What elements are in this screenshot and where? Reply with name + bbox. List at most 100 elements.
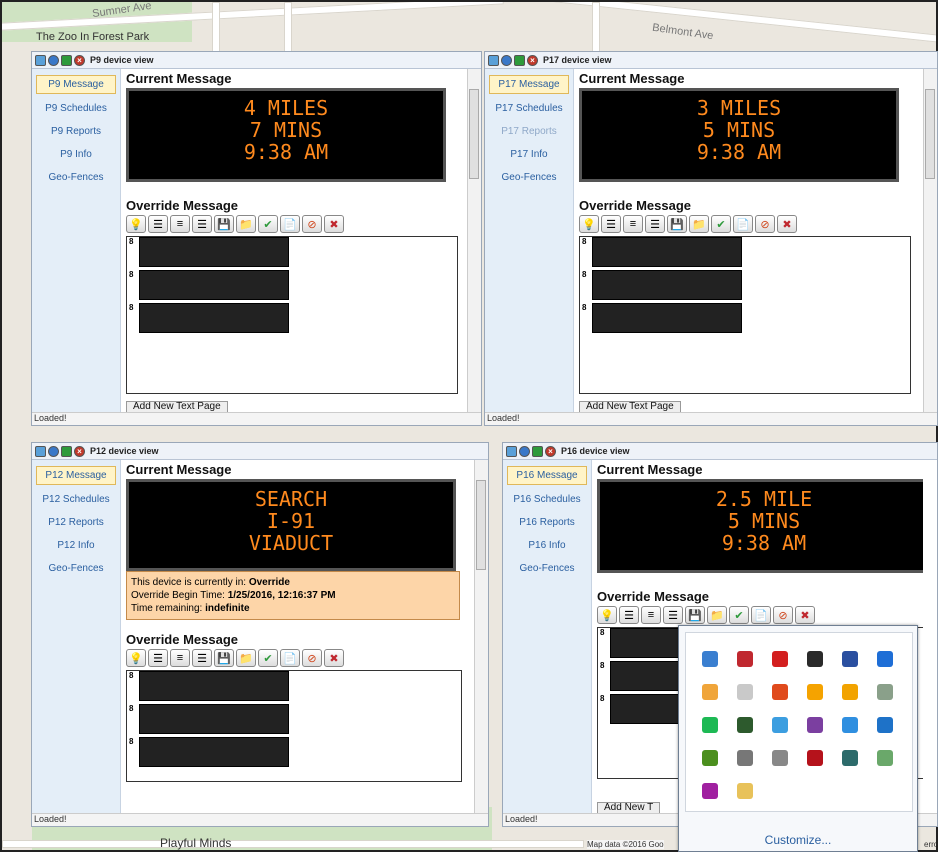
window-titlebar[interactable]: × P17 device view xyxy=(485,52,937,69)
drive-check-icon[interactable] xyxy=(877,750,893,766)
nav-geo-fences[interactable]: Geo-Fences xyxy=(507,560,587,577)
align-right-icon[interactable]: ☰ xyxy=(663,606,683,624)
home-icon[interactable] xyxy=(488,54,499,66)
save-icon[interactable]: 💾 xyxy=(685,606,705,624)
nav-message[interactable]: P17 Message xyxy=(489,75,569,94)
nav-message[interactable]: P9 Message xyxy=(36,75,116,94)
office-icon[interactable] xyxy=(807,684,823,700)
led-line[interactable] xyxy=(139,737,289,767)
cog-icon[interactable] xyxy=(842,717,858,733)
lightbulb-icon[interactable]: 💡 xyxy=(597,606,617,624)
open-folder-icon[interactable]: 📁 xyxy=(236,649,256,667)
mcafee-icon[interactable] xyxy=(807,750,823,766)
home-icon[interactable] xyxy=(35,445,46,457)
stop-icon[interactable]: ⊘ xyxy=(302,649,322,667)
lightbulb-icon[interactable]: 💡 xyxy=(579,215,599,233)
open-folder-icon[interactable]: 📁 xyxy=(707,606,727,624)
align-right-icon[interactable]: ☰ xyxy=(192,649,212,667)
close-icon[interactable]: × xyxy=(74,54,85,66)
new-page-icon[interactable]: 📄 xyxy=(751,606,771,624)
nav-message[interactable]: P12 Message xyxy=(36,466,116,485)
check-icon[interactable]: ✔ xyxy=(258,649,278,667)
scrollbar[interactable] xyxy=(467,69,481,413)
spotify-icon[interactable] xyxy=(702,717,718,733)
delete-icon[interactable]: ✖ xyxy=(324,649,344,667)
minimize-icon[interactable] xyxy=(501,54,512,66)
led-line[interactable] xyxy=(592,270,742,300)
maximize-icon[interactable] xyxy=(532,445,543,457)
lightbulb-icon[interactable]: 💡 xyxy=(126,215,146,233)
led-line[interactable] xyxy=(139,671,289,701)
align-left-icon[interactable]: ☰ xyxy=(148,215,168,233)
minimize-icon[interactable] xyxy=(48,445,59,457)
minimize-icon[interactable] xyxy=(48,54,59,66)
nav-schedules[interactable]: P12 Schedules xyxy=(36,491,116,508)
clipboard-icon[interactable] xyxy=(737,750,753,766)
person-icon[interactable] xyxy=(772,717,788,733)
headset-icon[interactable] xyxy=(702,783,718,799)
align-center-icon[interactable]: ≡ xyxy=(170,649,190,667)
butterfly-icon[interactable] xyxy=(877,717,893,733)
save-icon[interactable]: 💾 xyxy=(214,215,234,233)
align-center-icon[interactable]: ≡ xyxy=(641,606,661,624)
stop-icon[interactable]: ⊘ xyxy=(302,215,322,233)
new-page-icon[interactable]: 📄 xyxy=(280,215,300,233)
usb-icon[interactable] xyxy=(842,750,858,766)
window-titlebar[interactable]: × P9 device view xyxy=(32,52,481,69)
check-icon[interactable]: ✔ xyxy=(258,215,278,233)
close-icon[interactable]: × xyxy=(545,445,556,457)
circle-arrow-icon[interactable] xyxy=(842,684,858,700)
nav-geo-fences[interactable]: Geo-Fences xyxy=(36,169,116,186)
override-editor[interactable]: 8 8 8 xyxy=(126,670,462,782)
delete-icon[interactable]: ✖ xyxy=(795,606,815,624)
check-icon[interactable]: ✔ xyxy=(729,606,749,624)
nvidia-icon[interactable] xyxy=(702,750,718,766)
led-line[interactable] xyxy=(592,303,742,333)
home-icon[interactable] xyxy=(35,54,46,66)
new-page-icon[interactable]: 📄 xyxy=(280,649,300,667)
swirl-icon[interactable] xyxy=(772,684,788,700)
delete-icon[interactable]: ✖ xyxy=(777,215,797,233)
chart-icon[interactable] xyxy=(737,717,753,733)
adobe-icon[interactable] xyxy=(772,651,788,667)
align-center-icon[interactable]: ≡ xyxy=(170,215,190,233)
gear-cluster-icon[interactable] xyxy=(877,684,893,700)
network-icon[interactable] xyxy=(702,651,718,667)
sync-icon[interactable] xyxy=(877,651,893,667)
led-line[interactable] xyxy=(139,303,289,333)
led-line[interactable] xyxy=(139,704,289,734)
monitor-icon[interactable] xyxy=(737,684,753,700)
window-titlebar[interactable]: × P16 device view xyxy=(503,443,937,460)
maximize-icon[interactable] xyxy=(514,54,525,66)
shield-icon[interactable] xyxy=(737,651,753,667)
align-left-icon[interactable]: ☰ xyxy=(619,606,639,624)
scroll-thumb[interactable] xyxy=(469,89,479,179)
override-editor[interactable]: 8 8 8 xyxy=(579,236,911,394)
align-right-icon[interactable]: ☰ xyxy=(645,215,665,233)
scroll-thumb[interactable] xyxy=(925,89,935,179)
open-folder-icon[interactable]: 📁 xyxy=(689,215,709,233)
scroll-thumb[interactable] xyxy=(476,480,486,570)
led-line[interactable] xyxy=(592,237,742,267)
stop-icon[interactable]: ⊘ xyxy=(755,215,775,233)
override-editor[interactable]: 8 8 8 xyxy=(126,236,458,394)
align-right-icon[interactable]: ☰ xyxy=(192,215,212,233)
align-left-icon[interactable]: ☰ xyxy=(601,215,621,233)
scrollbar[interactable] xyxy=(474,460,488,814)
nav-schedules[interactable]: P17 Schedules xyxy=(489,100,569,117)
lightbulb-icon[interactable]: 💡 xyxy=(126,649,146,667)
nav-info[interactable]: P12 Info xyxy=(36,537,116,554)
led-line[interactable] xyxy=(139,270,289,300)
flag-icon[interactable] xyxy=(772,750,788,766)
nav-schedules[interactable]: P9 Schedules xyxy=(36,100,116,117)
nav-geo-fences[interactable]: Geo-Fences xyxy=(36,560,116,577)
close-icon[interactable]: × xyxy=(527,54,538,66)
align-center-icon[interactable]: ≡ xyxy=(623,215,643,233)
stop-icon[interactable]: ⊘ xyxy=(773,606,793,624)
maximize-icon[interactable] xyxy=(61,445,72,457)
home-icon[interactable] xyxy=(506,445,517,457)
onenote-icon[interactable] xyxy=(807,717,823,733)
customize-link[interactable]: Customize... xyxy=(679,833,917,847)
nav-info[interactable]: P17 Info xyxy=(489,146,569,163)
nav-message[interactable]: P16 Message xyxy=(507,466,587,485)
